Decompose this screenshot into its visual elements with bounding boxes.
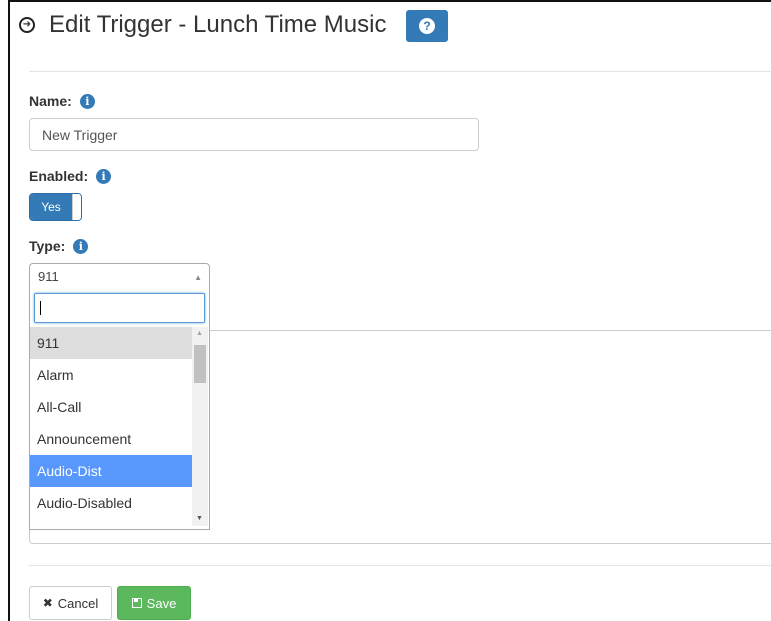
divider-top [29, 71, 771, 72]
scroll-down-arrow-icon[interactable]: ▼ [196, 515, 203, 522]
caret-up-icon: ▲ [194, 273, 202, 282]
type-label-row: Type: i [29, 238, 89, 254]
text-cursor [40, 301, 41, 315]
name-label: Name: [29, 93, 72, 109]
type-option[interactable]: Announcement [30, 423, 192, 455]
toggle-on-label: Yes [30, 194, 72, 220]
type-dropdown: 911 Alarm All-Call Announcement Audio-Dist Au… [29, 289, 210, 530]
save-label: Save [146, 595, 177, 611]
header: ➜ Edit Trigger - Lunch Time Music [19, 10, 386, 40]
save-button[interactable]: Save [117, 586, 191, 620]
info-icon[interactable]: i [79, 93, 95, 109]
scroll-up-arrow-icon[interactable]: ▲ [196, 330, 203, 337]
help-button[interactable]: ? [406, 10, 448, 42]
type-select[interactable]: 911 ▲ [29, 263, 210, 290]
enabled-label: Enabled: [29, 168, 89, 184]
circle-arrow-right-icon: ➜ [19, 17, 35, 33]
page-title: Edit Trigger - Lunch Time Music [49, 11, 387, 38]
options-list: 911 Alarm All-Call Announcement Audio-Dist Au… [30, 327, 192, 519]
question-icon: ? [419, 18, 435, 34]
enabled-toggle[interactable]: Yes [29, 193, 82, 221]
scroll-thumb[interactable] [194, 345, 206, 383]
toggle-handle[interactable] [72, 194, 81, 220]
type-selected-value: 911 [38, 269, 59, 284]
type-option[interactable]: 911 [30, 327, 192, 359]
cancel-button[interactable]: ✖ Cancel [29, 586, 112, 620]
type-option[interactable]: Audio-Dist [30, 455, 192, 487]
type-option[interactable]: All-Call [30, 391, 192, 423]
divider-bottom [29, 565, 771, 566]
name-input[interactable] [29, 118, 479, 151]
cancel-label: Cancel [57, 595, 99, 611]
save-icon [131, 598, 142, 608]
type-label: Type: [29, 238, 66, 254]
scrollbar[interactable]: ▲ ▼ [192, 327, 208, 526]
info-icon[interactable]: i [96, 168, 112, 184]
close-icon: ✖ [42, 596, 53, 610]
type-option[interactable]: Audio-Disabled [30, 487, 192, 519]
type-option[interactable]: Alarm [30, 359, 192, 391]
enabled-label-row: Enabled: i [29, 168, 112, 184]
search-wrap [34, 293, 205, 323]
name-label-row: Name: i [29, 93, 95, 109]
info-icon[interactable]: i [73, 238, 89, 254]
type-search-input[interactable] [34, 293, 205, 323]
